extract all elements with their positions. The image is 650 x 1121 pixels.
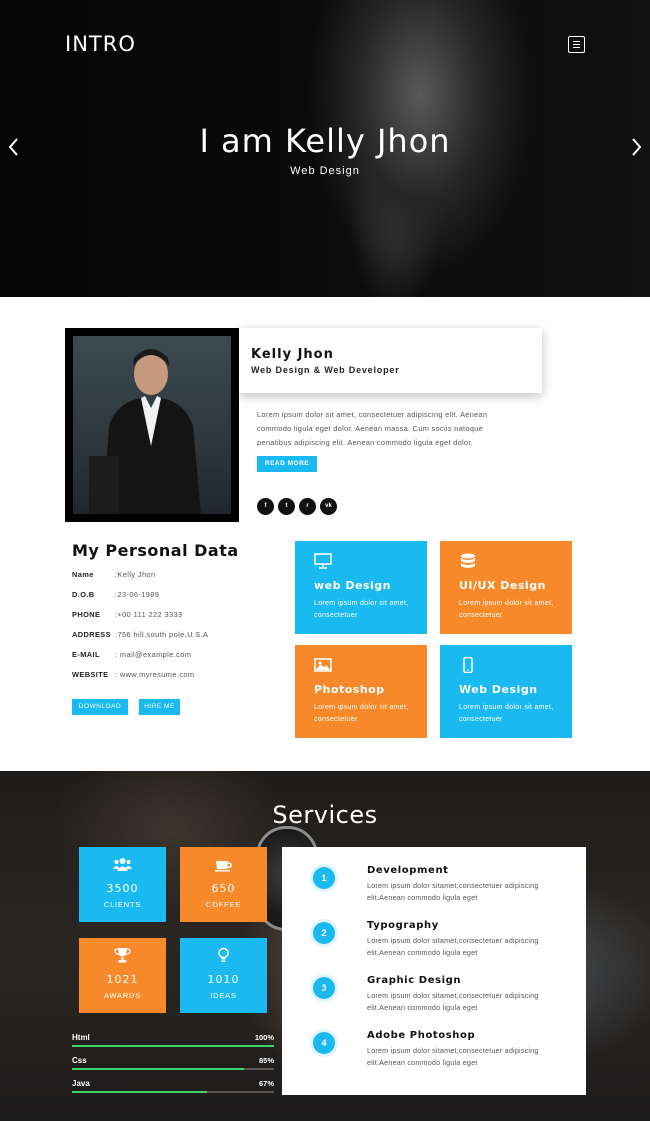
social-links: f t r vk bbox=[257, 498, 337, 515]
lightbulb-icon bbox=[218, 947, 229, 962]
skill-percent: 67% bbox=[258, 1079, 274, 1088]
service-desc: Lorem ipsum dolor sitamet,consectetuer a… bbox=[367, 881, 539, 902]
personal-key: ADDRESS bbox=[72, 630, 111, 639]
twitter-icon[interactable]: t bbox=[278, 498, 295, 515]
service-desc: Lorem ipsum dolor sitamet,consectetuer a… bbox=[367, 991, 539, 1012]
service-title: Typography bbox=[367, 920, 439, 931]
skill-name: Java bbox=[72, 1079, 90, 1088]
profile-role: Web Design & Web Developer bbox=[251, 365, 400, 375]
skill-name: Html bbox=[72, 1033, 90, 1042]
service-title: Graphic Design bbox=[367, 975, 462, 986]
stat-label: IDEAS bbox=[210, 991, 237, 1000]
stat-tile: 3500 CLIENTS bbox=[79, 847, 166, 922]
feature-desc: Lorem ipsum dolor sit amet, consectetuer bbox=[459, 600, 554, 619]
profile-photo bbox=[73, 336, 231, 514]
skill-percent: 100% bbox=[254, 1033, 274, 1042]
feature-tile[interactable]: Web Design Lorem ipsum dolor sit amet, c… bbox=[440, 645, 572, 738]
hero-banner: INTRO I am Kelly Jhon Web Design bbox=[0, 0, 650, 297]
profile-photo-frame bbox=[65, 328, 239, 522]
stat-value: 1010 bbox=[207, 973, 240, 986]
personal-data-title: My Personal Data bbox=[72, 541, 239, 560]
service-number: 1 bbox=[313, 867, 335, 889]
users-icon bbox=[113, 858, 132, 871]
skill-fill bbox=[72, 1045, 274, 1047]
skill-track bbox=[72, 1045, 274, 1047]
skill-fill bbox=[72, 1068, 244, 1070]
personal-value[interactable]: : mail@example.com bbox=[115, 649, 191, 661]
menu-icon[interactable] bbox=[568, 36, 585, 53]
feature-title: Photoshop bbox=[314, 683, 385, 696]
feature-desc: Lorem ipsum dolor sit amet, consectetuer bbox=[459, 704, 554, 723]
profile-name: Kelly Jhon bbox=[251, 347, 334, 362]
personal-value: :Kelly Jhon bbox=[115, 570, 156, 579]
facebook-icon[interactable]: f bbox=[257, 498, 274, 515]
skill-bar: Html 100% bbox=[72, 1033, 274, 1047]
feature-tile[interactable]: web Design Lorem ipsum dolor sit amet, c… bbox=[295, 541, 427, 634]
feature-desc: Lorem ipsum dolor sit amet, consectetuer bbox=[314, 600, 409, 619]
skill-track bbox=[72, 1068, 274, 1070]
personal-value: :23-06-1989 bbox=[115, 590, 160, 599]
skill-bar: Java 67% bbox=[72, 1079, 274, 1093]
vk-icon[interactable]: vk bbox=[320, 498, 337, 515]
service-number: 4 bbox=[313, 1032, 335, 1054]
personal-value: :+00 111 222 3333 bbox=[115, 610, 183, 619]
service-title: Adobe Photoshop bbox=[367, 1030, 476, 1041]
rss-icon[interactable]: r bbox=[299, 498, 316, 515]
feature-title: UI/UX Design bbox=[459, 579, 546, 592]
personal-value[interactable]: : www.myresume.com bbox=[115, 669, 194, 681]
stat-label: AWARDS bbox=[103, 991, 142, 1000]
skill-percent: 85% bbox=[258, 1056, 274, 1065]
name-card: Kelly Jhon Web Design & Web Developer bbox=[239, 328, 542, 393]
skill-track bbox=[72, 1091, 274, 1093]
service-item[interactable]: 2 Typography Lorem ipsum dolor sitamet,c… bbox=[282, 920, 586, 972]
personal-key: D.O.B bbox=[72, 590, 95, 599]
download-button[interactable]: DOWNLOAD bbox=[72, 699, 128, 715]
mobile-icon bbox=[463, 657, 473, 673]
services-title: Services bbox=[272, 801, 378, 829]
hero-subtitle: Web Design bbox=[290, 165, 360, 177]
stat-value: 3500 bbox=[106, 882, 139, 895]
stat-value: 1021 bbox=[106, 973, 139, 986]
service-desc: Lorem ipsum dolor sitamet,consectetuer a… bbox=[367, 936, 539, 957]
service-item[interactable]: 3 Graphic Design Lorem ipsum dolor sitam… bbox=[282, 975, 586, 1027]
hire-me-button[interactable]: HIRE ME bbox=[139, 699, 180, 715]
skill-fill bbox=[72, 1091, 208, 1093]
stat-tile: 650 COFFEE bbox=[180, 847, 267, 922]
stat-tile: 1010 IDEAS bbox=[180, 938, 267, 1013]
personal-key: WEBSITE bbox=[72, 670, 109, 679]
service-desc: Lorem ipsum dolor sitamet,consectetuer a… bbox=[367, 1046, 539, 1067]
feature-tile[interactable]: Photoshop Lorem ipsum dolor sit amet, co… bbox=[295, 645, 427, 738]
service-item[interactable]: 4 Adobe Photoshop Lorem ipsum dolor sita… bbox=[282, 1030, 586, 1082]
trophy-icon bbox=[114, 948, 131, 963]
feature-title: Web Design bbox=[459, 683, 538, 696]
services-list-card: 1 Development Lorem ipsum dolor sitamet,… bbox=[282, 847, 586, 1095]
services-section: Services 3500 CLIENTS 650 COFFEE 1021 AW… bbox=[0, 771, 650, 1121]
personal-key: PHONE bbox=[72, 610, 101, 619]
service-item[interactable]: 1 Development Lorem ipsum dolor sitamet,… bbox=[282, 865, 586, 917]
feature-title: web Design bbox=[314, 579, 391, 592]
personal-key: E-MAIL bbox=[72, 650, 100, 659]
service-number: 3 bbox=[313, 977, 335, 999]
stat-label: CLIENTS bbox=[103, 900, 142, 909]
read-more-button[interactable]: READ MORE bbox=[257, 456, 317, 472]
feature-desc: Lorem ipsum dolor sit amet, consectetuer bbox=[314, 704, 409, 723]
site-logo[interactable]: INTRO bbox=[65, 32, 136, 56]
monitor-icon bbox=[314, 553, 332, 569]
profile-bio: Lorem ipsum dolor sit amet, consectetuer… bbox=[257, 410, 488, 447]
service-title: Development bbox=[367, 865, 449, 876]
personal-key: Name bbox=[72, 570, 94, 579]
personal-value: :756 hill,south pole,U.S.A bbox=[115, 630, 209, 639]
service-number: 2 bbox=[313, 922, 335, 944]
stat-value: 650 bbox=[211, 882, 236, 895]
skill-name: Css bbox=[72, 1056, 87, 1065]
stat-label: COFFEE bbox=[205, 900, 242, 909]
coffee-icon bbox=[215, 861, 232, 872]
skill-bar: Css 85% bbox=[72, 1056, 274, 1070]
image-icon bbox=[314, 658, 332, 672]
stat-tile: 1021 AWARDS bbox=[79, 938, 166, 1013]
database-icon bbox=[461, 553, 475, 568]
feature-tile[interactable]: UI/UX Design Lorem ipsum dolor sit amet,… bbox=[440, 541, 572, 634]
hero-title: I am Kelly Jhon bbox=[199, 122, 451, 160]
